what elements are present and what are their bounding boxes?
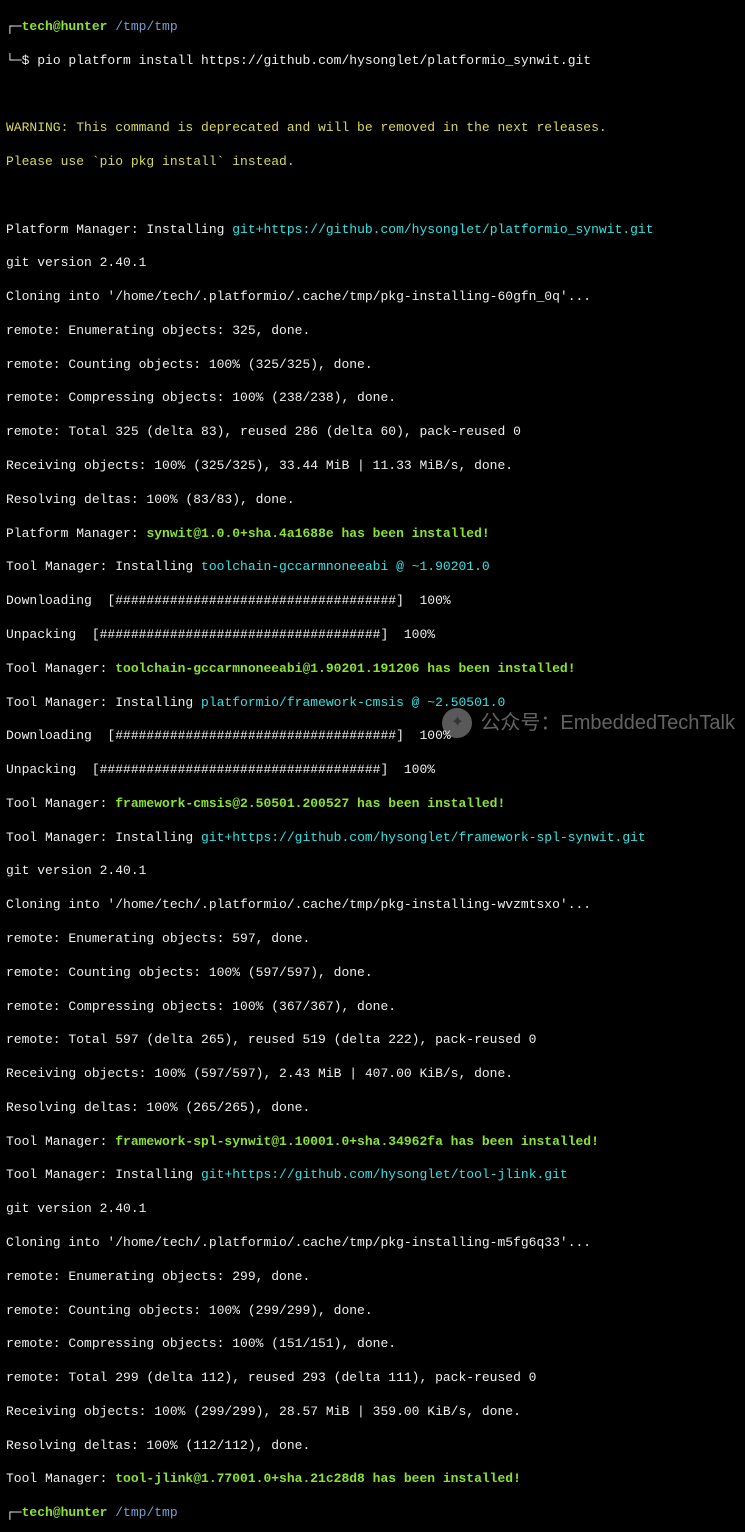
pm-done-prefix: Platform Manager: [6,526,146,541]
prompt-userhost: tech@hunter [22,19,108,34]
tm4-done-msg: tool-jlink@1.77001.0+sha.21c28d8 has bee… [115,1471,521,1486]
warning-line2: Please use `pio pkg install` instead. [6,154,739,171]
git2-l8: Resolving deltas: 100% (265/265), done. [6,1100,739,1117]
git1-l4: remote: Counting objects: 100% (325/325)… [6,357,739,374]
tm1-done-msg: toolchain-gccarmnoneeabi@1.90201.191206 … [115,661,575,676]
git3-l2: Cloning into '/home/tech/.platformio/.ca… [6,1235,739,1252]
tm2-prefix: Tool Manager: Installing [6,695,201,710]
pm-done-msg: synwit@1.0.0+sha.4a1688e has been instal… [146,526,489,541]
tm1-done-prefix: Tool Manager: [6,661,115,676]
git1-l2: Cloning into '/home/tech/.platformio/.ca… [6,289,739,306]
git3-l8: Resolving deltas: 100% (112/112), done. [6,1438,739,1455]
git1-l3: remote: Enumerating objects: 325, done. [6,323,739,340]
tm3-done-msg: framework-spl-synwit@1.10001.0+sha.34962… [115,1134,599,1149]
terminal-output: ┌─tech@hunter /tmp/tmp └─$ pio platform … [6,2,739,1532]
prompt2-bracket: ┌─ [6,1505,22,1520]
git2-l5: remote: Compressing objects: 100% (367/3… [6,999,739,1016]
git2-l3: remote: Enumerating objects: 597, done. [6,931,739,948]
git3-l7: Receiving objects: 100% (299/299), 28.57… [6,1404,739,1421]
tm4-done-prefix: Tool Manager: [6,1471,115,1486]
pm-installing-prefix: Platform Manager: Installing [6,222,232,237]
git1-l7: Receiving objects: 100% (325/325), 33.44… [6,458,739,475]
tm2-done-msg: framework-cmsis@2.50501.200527 has been … [115,796,505,811]
git1-l6: remote: Total 325 (delta 83), reused 286… [6,424,739,441]
watermark: ✦ 公众号：EmbeddedTechTalk [442,708,735,738]
git2-l7: Receiving objects: 100% (597/597), 2.43 … [6,1066,739,1083]
tm4-prefix: Tool Manager: Installing [6,1167,201,1182]
prompt-cwd: /tmp/tmp [115,19,177,34]
git3-l1: git version 2.40.1 [6,1201,739,1218]
git3-l5: remote: Compressing objects: 100% (151/1… [6,1336,739,1353]
tm2-done-prefix: Tool Manager: [6,796,115,811]
git2-l6: remote: Total 597 (delta 265), reused 51… [6,1032,739,1049]
warning-line1: WARNING: This command is deprecated and … [6,120,739,137]
tm3-pkg: git+https://github.com/hysonglet/framewo… [201,830,646,845]
git1-l1: git version 2.40.1 [6,255,739,272]
tm2-unpack: Unpacking [#############################… [6,762,739,779]
git3-l4: remote: Counting objects: 100% (299/299)… [6,1303,739,1320]
prompt2-userhost: tech@hunter [22,1505,108,1520]
prompt2-cwd: /tmp/tmp [115,1505,177,1520]
tm3-prefix: Tool Manager: Installing [6,830,201,845]
git3-l3: remote: Enumerating objects: 299, done. [6,1269,739,1286]
wechat-icon: ✦ [442,708,472,738]
tm1-pkg: toolchain-gccarmnoneeabi @ ~1.90201.0 [201,559,490,574]
prompt-bracket: ┌─ [6,19,22,34]
watermark-text: 公众号：EmbeddedTechTalk [480,710,735,736]
prompt-ps: $ [22,53,38,68]
tm1-download: Downloading [###########################… [6,593,739,610]
git2-l1: git version 2.40.1 [6,863,739,880]
tm1-prefix: Tool Manager: Installing [6,559,201,574]
git2-l4: remote: Counting objects: 100% (597/597)… [6,965,739,982]
command-input[interactable]: pio platform install https://github.com/… [37,53,591,68]
git3-l6: remote: Total 299 (delta 112), reused 29… [6,1370,739,1387]
git1-l8: Resolving deltas: 100% (83/83), done. [6,492,739,509]
tm4-pkg: git+https://github.com/hysonglet/tool-jl… [201,1167,568,1182]
pm-installing-url: git+https://github.com/hysonglet/platfor… [232,222,653,237]
tm1-unpack: Unpacking [#############################… [6,627,739,644]
prompt-bracket2: └─ [6,53,22,68]
git2-l2: Cloning into '/home/tech/.platformio/.ca… [6,897,739,914]
git1-l5: remote: Compressing objects: 100% (238/2… [6,390,739,407]
tm3-done-prefix: Tool Manager: [6,1134,115,1149]
